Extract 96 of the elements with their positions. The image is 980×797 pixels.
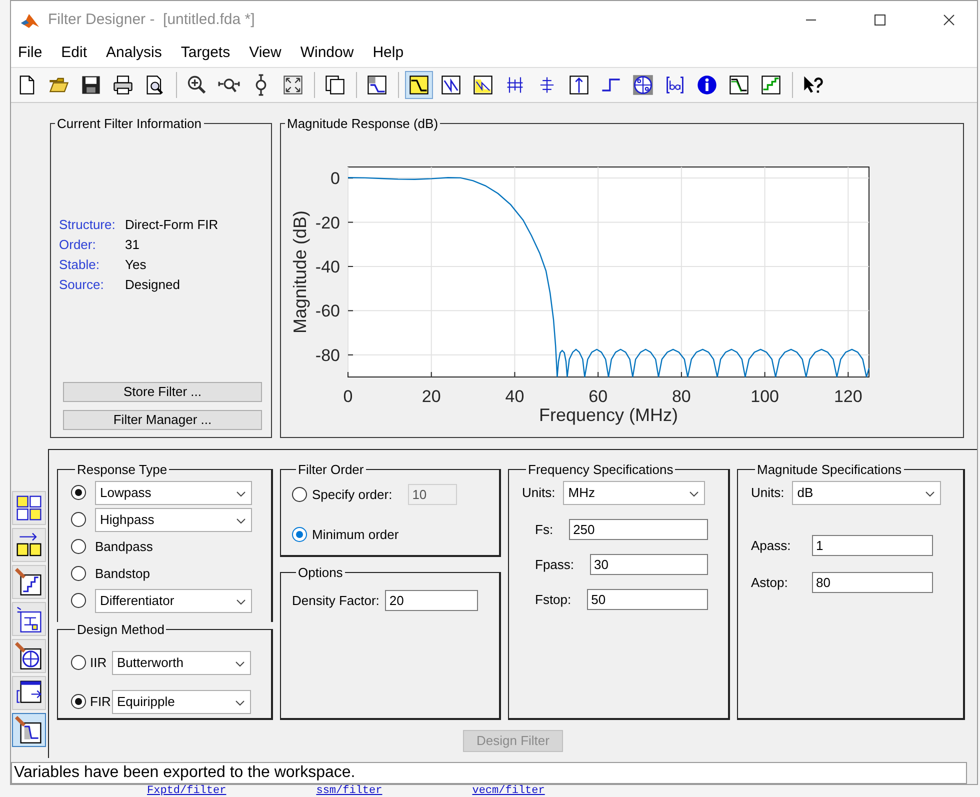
- maximize-icon[interactable]: [874, 14, 886, 26]
- tick-label: -20: [315, 213, 340, 232]
- info-label: Order:: [59, 236, 97, 252]
- tick-label: 80: [672, 386, 691, 406]
- field-label: Fs:: [535, 522, 554, 537]
- radio-button[interactable]: [71, 539, 86, 554]
- pencil-staircase-icon[interactable]: [12, 564, 46, 599]
- tick-label: 40: [505, 386, 524, 406]
- window-import-icon[interactable]: [12, 676, 46, 710]
- info-value: Yes: [125, 256, 148, 272]
- field-label: Density Factor:: [292, 592, 380, 608]
- field-label: Astop:: [751, 574, 788, 590]
- tick-label: 20: [422, 386, 441, 406]
- info-label: Stable:: [59, 256, 100, 272]
- option-label: Specify order:: [312, 487, 392, 502]
- panel-title: Design Method: [76, 622, 166, 637]
- field-label: Units:: [751, 485, 784, 500]
- caret-icon: [235, 700, 245, 706]
- filter-blocks-icon[interactable]: [12, 490, 46, 525]
- panel-button[interactable]: Filter Manager ...: [63, 410, 262, 430]
- caret-icon: [235, 660, 245, 667]
- tick-label: 0: [343, 386, 353, 406]
- radio-button[interactable]: [71, 694, 86, 710]
- block-diagram-icon[interactable]: [12, 602, 46, 636]
- axis-title: Magnitude (dB): [290, 210, 310, 334]
- panel-title: Frequency Specifications: [527, 462, 674, 477]
- field-label: Fpass:: [535, 556, 574, 572]
- radio-button[interactable]: [71, 593, 86, 608]
- field-label: Units:: [522, 485, 556, 500]
- radio-button[interactable]: [71, 566, 86, 582]
- menu-item[interactable]: Analysis: [106, 44, 162, 62]
- option-label: Bandstop: [95, 566, 150, 582]
- tick-label: -80: [315, 346, 340, 365]
- response-dropdown[interactable]: Lowpass: [95, 480, 252, 505]
- page-link[interactable]: vecm/filter: [472, 785, 545, 797]
- radio-button[interactable]: [71, 512, 86, 528]
- caret-icon: [236, 518, 246, 524]
- info-value: Designed: [125, 276, 181, 292]
- caret-icon: [236, 598, 246, 605]
- panel-title: Magnitude Specifications: [756, 462, 903, 477]
- menu-item[interactable]: Window: [300, 44, 354, 62]
- menu-item[interactable]: Edit: [61, 44, 88, 62]
- option-label: Minimum order: [312, 527, 399, 542]
- menu-item[interactable]: View: [249, 44, 282, 62]
- field-label: Apass:: [751, 538, 791, 553]
- tick-label: 120: [834, 386, 862, 406]
- tick-label: 60: [588, 386, 608, 406]
- info-value: 31: [125, 236, 140, 252]
- radio-button[interactable]: [292, 527, 307, 542]
- menu-item[interactable]: Help: [372, 44, 404, 62]
- option-label: IIR: [90, 655, 108, 670]
- tick-label: 100: [750, 386, 779, 406]
- magnitude-plot-icon[interactable]: [405, 70, 433, 99]
- response-dropdown[interactable]: Highpass: [95, 508, 252, 532]
- spec-field[interactable]: 50: [587, 588, 708, 610]
- units-dropdown[interactable]: dB: [792, 480, 942, 505]
- axis-title: Frequency (MHz): [538, 404, 678, 425]
- caret-icon: [925, 490, 936, 497]
- panel-title: Filter Order: [297, 462, 365, 477]
- panel-title: Magnitude Response (dB): [286, 116, 440, 131]
- arrow-blocks-icon[interactable]: [12, 528, 46, 562]
- page-link[interactable]: ssm/filter: [316, 785, 382, 797]
- spec-field[interactable]: 250: [569, 518, 708, 540]
- info-label: Source:: [59, 276, 105, 292]
- spec-field[interactable]: 1: [812, 534, 933, 556]
- menu-item[interactable]: File: [18, 44, 42, 62]
- panel-title: Options: [297, 564, 344, 580]
- window-title: Filter Designer - [untitled.fda *]: [48, 11, 255, 28]
- caret-icon: [236, 490, 246, 497]
- radio-button[interactable]: [71, 655, 86, 670]
- pencil-response-icon[interactable]: [12, 712, 46, 747]
- units-dropdown[interactable]: MHz: [563, 480, 706, 505]
- panel-title: Current Filter Information: [56, 116, 202, 131]
- response-dropdown[interactable]: Differentiator: [95, 588, 252, 613]
- info-label: Structure:: [59, 216, 116, 232]
- spec-field[interactable]: 30: [590, 554, 708, 575]
- method-dropdown[interactable]: Equiripple: [112, 690, 251, 714]
- tick-label: -60: [315, 301, 340, 320]
- method-dropdown[interactable]: Butterworth: [112, 650, 251, 675]
- status-bar: Variables have been exported to the workspace.: [11, 762, 967, 784]
- panel-title: Response Type: [76, 462, 168, 477]
- tick-label: -40: [315, 257, 340, 276]
- pencil-pole-zero-icon[interactable]: [12, 638, 46, 673]
- panel-button[interactable]: Store Filter ...: [63, 382, 262, 402]
- option-label: Bandpass: [95, 539, 153, 554]
- density-field[interactable]: 20: [385, 590, 478, 611]
- spec-field[interactable]: 80: [812, 572, 933, 593]
- info-value: Direct-Form FIR: [125, 216, 220, 232]
- caret-icon: [689, 490, 700, 497]
- page-link[interactable]: Fxptd/filter: [147, 785, 226, 797]
- menu-item[interactable]: Targets: [180, 44, 230, 62]
- field-label: Fstop:: [535, 592, 572, 607]
- tick-label: 0: [330, 168, 340, 188]
- close-icon[interactable]: [943, 14, 955, 26]
- option-label: FIR: [90, 694, 112, 710]
- radio-button[interactable]: [71, 485, 86, 500]
